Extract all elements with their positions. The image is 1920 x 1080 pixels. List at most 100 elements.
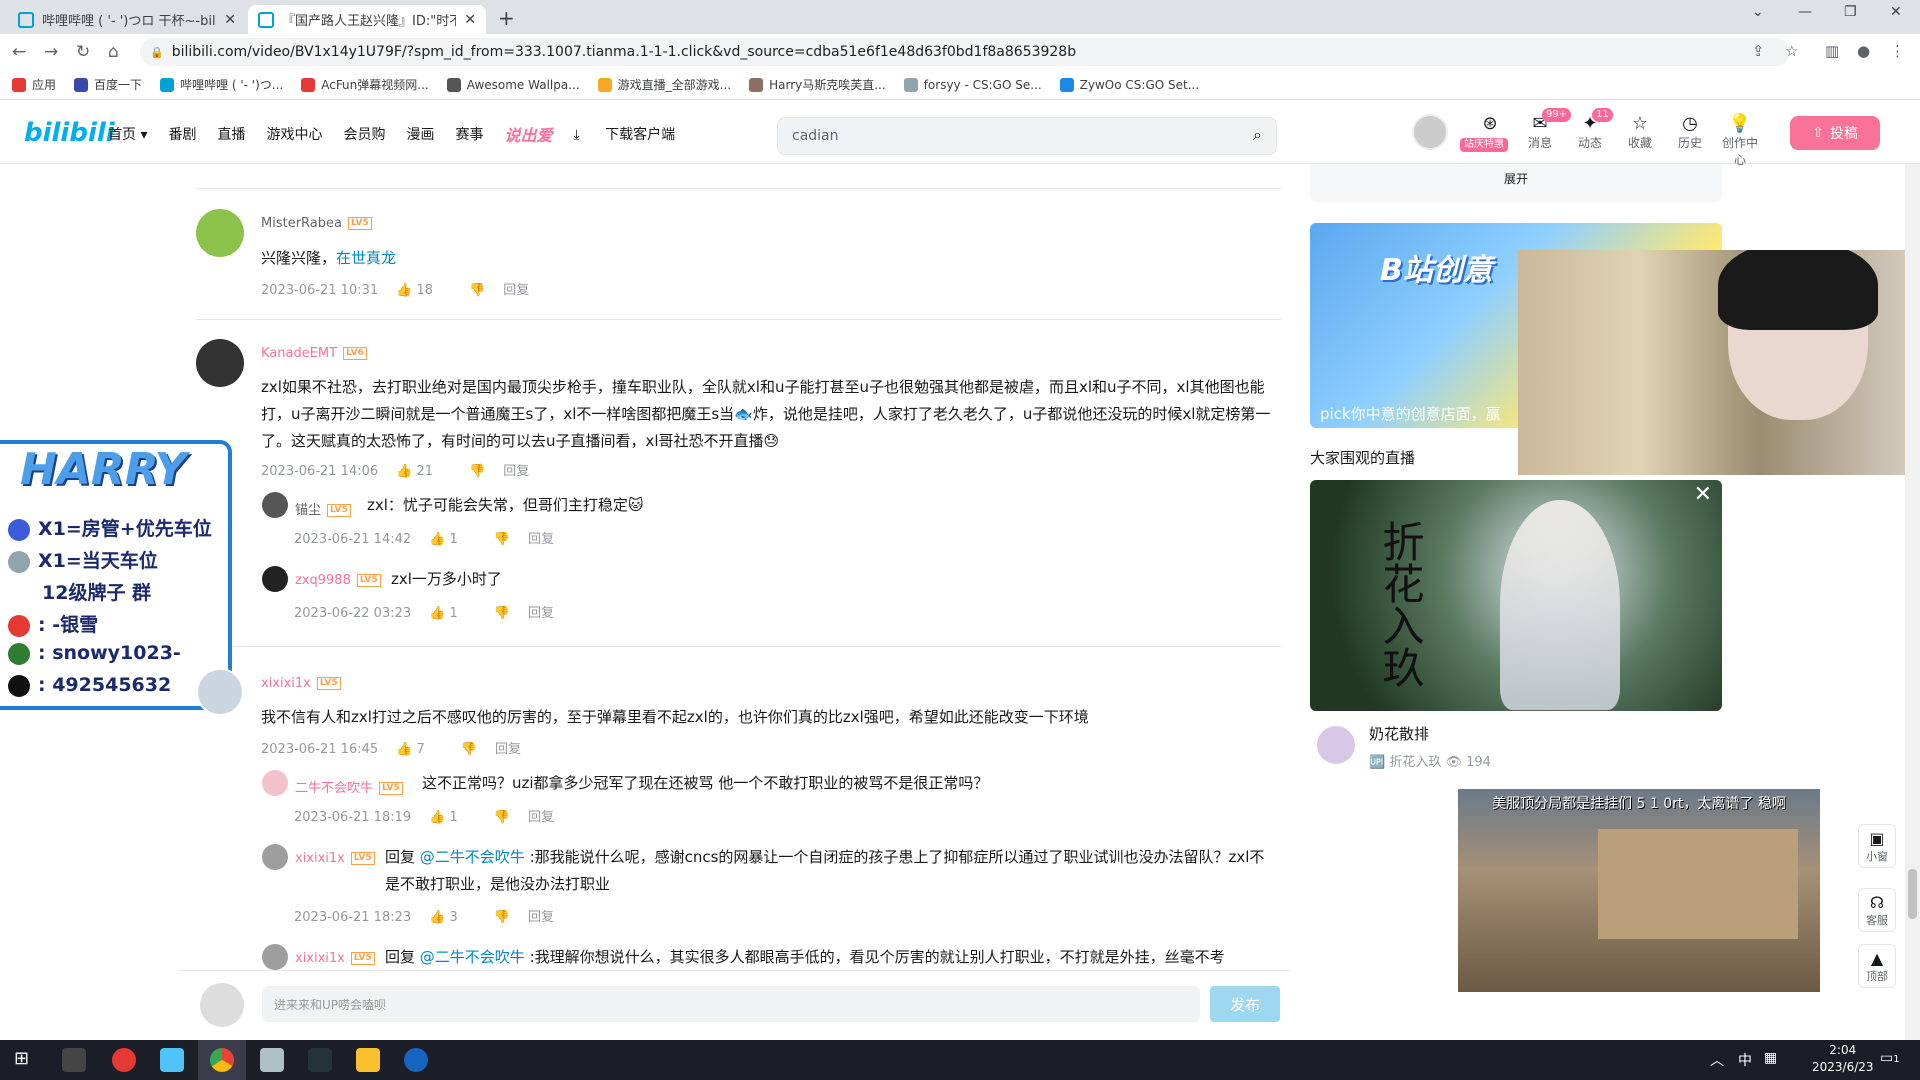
streamer-avatar[interactable] xyxy=(1317,726,1355,764)
like-button[interactable]: 👍 7 xyxy=(396,742,443,757)
bookmark-item[interactable]: 应用 xyxy=(12,76,56,93)
share-icon[interactable]: ⇪ xyxy=(1752,42,1765,60)
like-button[interactable]: 👍 1 xyxy=(429,810,476,825)
avatar[interactable] xyxy=(1412,114,1448,150)
comment-username[interactable]: 二牛不会吹牛 LV5 xyxy=(295,777,403,796)
avatar[interactable] xyxy=(262,944,288,970)
comment-username[interactable]: KanadeEMT LV6 xyxy=(261,346,367,361)
chrome-icon[interactable] xyxy=(210,1048,234,1072)
menu-icon[interactable]: ⋮ xyxy=(1890,42,1905,60)
5e-icon[interactable] xyxy=(308,1048,332,1072)
publish-button[interactable]: 发布 xyxy=(1210,986,1280,1022)
forward-icon[interactable]: → xyxy=(44,42,58,62)
dislike-icon[interactable]: 👎 xyxy=(494,910,510,925)
search-icon[interactable]: ⌕ xyxy=(1253,125,1262,145)
bookmark-item[interactable]: 游戏直播_全部游戏... xyxy=(597,76,731,93)
bookmark-item[interactable]: ZywOo CS:GO Set... xyxy=(1059,77,1199,92)
steam-icon[interactable] xyxy=(404,1048,428,1072)
nav-mall[interactable]: 会员购 xyxy=(343,124,385,146)
bookmark-item[interactable]: AcFun弹幕视频网... xyxy=(301,76,429,93)
reply-button[interactable]: 回复 xyxy=(528,810,554,825)
nav-live[interactable]: 直播 xyxy=(217,124,245,146)
bookmark-item[interactable]: Harry马斯克唉芙直... xyxy=(749,76,886,93)
comment-username[interactable]: xixixi1x LV5 xyxy=(295,951,375,966)
comment-username[interactable]: zxq9988 LV5 xyxy=(295,573,381,588)
minimize-icon[interactable]: — xyxy=(1798,4,1812,20)
reply-button[interactable]: 回复 xyxy=(495,742,521,757)
live-card[interactable]: 折花入玖 ✕ xyxy=(1310,480,1722,711)
dislike-icon[interactable]: 👎 xyxy=(469,464,485,479)
dislike-icon[interactable]: 👎 xyxy=(469,283,485,298)
float-button-1[interactable]: ☊ 客服 xyxy=(1858,888,1896,932)
sidepanel-icon[interactable]: ▥ xyxy=(1825,42,1839,60)
avatar[interactable] xyxy=(196,339,244,387)
reply-button[interactable]: 回复 xyxy=(503,464,529,479)
like-button[interactable]: 👍 1 xyxy=(429,532,476,547)
nav-anime[interactable]: 番剧 xyxy=(168,124,196,146)
address-bar[interactable]: 🔒 bilibili.com/video/BV1x14y1U79F/?spm_i… xyxy=(140,38,1790,66)
header-item-1[interactable]: ✦ 11 动态 xyxy=(1570,108,1613,151)
comment-username[interactable]: 锚尘 LV5 xyxy=(295,499,351,518)
avatar[interactable] xyxy=(262,844,288,870)
reload-icon[interactable]: ↻ xyxy=(76,42,90,62)
netease-music-icon[interactable] xyxy=(112,1048,136,1072)
search-link[interactable]: 在世真龙 xyxy=(336,249,396,267)
home-icon[interactable]: ⌂ xyxy=(108,42,119,62)
app-icon[interactable] xyxy=(62,1048,86,1072)
avatar[interactable] xyxy=(196,668,244,716)
search-input[interactable]: cadian ⌕ xyxy=(777,117,1277,155)
comment-username[interactable]: MisterRabea LV5 xyxy=(261,216,372,231)
reply-button[interactable]: 回复 xyxy=(528,910,554,925)
tab-search-icon[interactable]: ⌄ xyxy=(1752,4,1764,20)
comment-username[interactable]: xixixi1x LV5 xyxy=(261,676,341,691)
scrollbar-thumb[interactable] xyxy=(1908,869,1917,919)
browser-tab-bilibili-home[interactable]: 哔哩哔哩 ( '- ')つロ 干杯~-bili ✕ xyxy=(8,5,246,34)
notification-icon[interactable]: ▭1 xyxy=(1880,1050,1900,1066)
avatar[interactable] xyxy=(262,770,288,796)
bilibili-logo[interactable]: bilibili xyxy=(24,118,115,148)
ime-indicator[interactable]: 中 xyxy=(1738,1050,1752,1070)
header-item-3[interactable]: ◷ 历史 xyxy=(1670,114,1710,151)
system-clock[interactable]: 2:04 2023/6/23 xyxy=(1812,1042,1874,1076)
avatar[interactable] xyxy=(262,566,288,592)
comment-username[interactable]: xixixi1x LV5 xyxy=(295,851,375,866)
keyboard-icon[interactable]: ▦ xyxy=(1764,1050,1777,1066)
nav-home[interactable]: 首页 ▾ xyxy=(108,124,147,146)
avatar[interactable] xyxy=(196,209,244,257)
windows-start-icon[interactable]: ⊞ xyxy=(14,1048,29,1069)
browser-tab-video[interactable]: 『国产路人王赵兴隆』ID:"时不 ✕ xyxy=(248,5,486,34)
back-icon[interactable]: ← xyxy=(12,42,26,62)
mini-player[interactable]: 美服顶分局都是挂挂们 5 1 0rt，太离谱了 稳啊 xyxy=(1458,789,1820,992)
tab-close-icon[interactable]: ✕ xyxy=(224,12,236,28)
bookmark-star-icon[interactable]: ☆ xyxy=(1785,42,1798,60)
close-window-icon[interactable]: ✕ xyxy=(1890,4,1902,20)
new-tab-icon[interactable]: + xyxy=(498,6,515,30)
avatar[interactable] xyxy=(262,492,288,518)
reply-button[interactable]: 回复 xyxy=(503,283,529,298)
tray-arrow-icon[interactable]: ︿ xyxy=(1710,1050,1724,1070)
vip-entry[interactable]: ⊛ xyxy=(1470,114,1510,134)
tab-close-icon[interactable]: ✕ xyxy=(464,12,476,28)
bookmark-item[interactable]: 哔哩哔哩 ( '- ')つ... xyxy=(160,76,283,93)
restore-icon[interactable]: ❐ xyxy=(1844,4,1857,20)
upload-button[interactable]: ⇧ 投稿 xyxy=(1790,116,1880,150)
nav-download[interactable]: ⤓ 下载客户端 xyxy=(574,124,697,146)
dislike-icon[interactable]: 👎 xyxy=(494,810,510,825)
header-item-4[interactable]: 💡 创作中心 xyxy=(1720,114,1760,168)
bookmark-item[interactable]: forsyy - CS:GO Se... xyxy=(903,77,1042,92)
comment-input[interactable]: 进来来和UP唠会嗑呗 xyxy=(262,986,1200,1022)
reply-button[interactable]: 回复 xyxy=(528,532,554,547)
streamer-name[interactable]: 奶花散排 xyxy=(1369,723,1429,744)
like-button[interactable]: 👍 3 xyxy=(429,910,476,925)
header-item-2[interactable]: ☆ 收藏 xyxy=(1620,114,1660,151)
nav-game-center[interactable]: 游戏中心 xyxy=(266,124,322,146)
bookmark-item[interactable]: 百度一下 xyxy=(74,76,142,93)
float-button-0[interactable]: ▣ 小窗 xyxy=(1858,824,1896,868)
folder-icon[interactable] xyxy=(356,1048,380,1072)
expand-button[interactable]: 展开 xyxy=(1310,164,1722,202)
header-item-0[interactable]: ✉ 99+ 消息 xyxy=(1520,108,1572,151)
nav-event[interactable]: 说出爱 xyxy=(504,122,552,146)
nav-esports[interactable]: 赛事 xyxy=(455,124,483,146)
nav-manga[interactable]: 漫画 xyxy=(406,124,434,146)
like-button[interactable]: 👍 21 xyxy=(396,464,451,479)
